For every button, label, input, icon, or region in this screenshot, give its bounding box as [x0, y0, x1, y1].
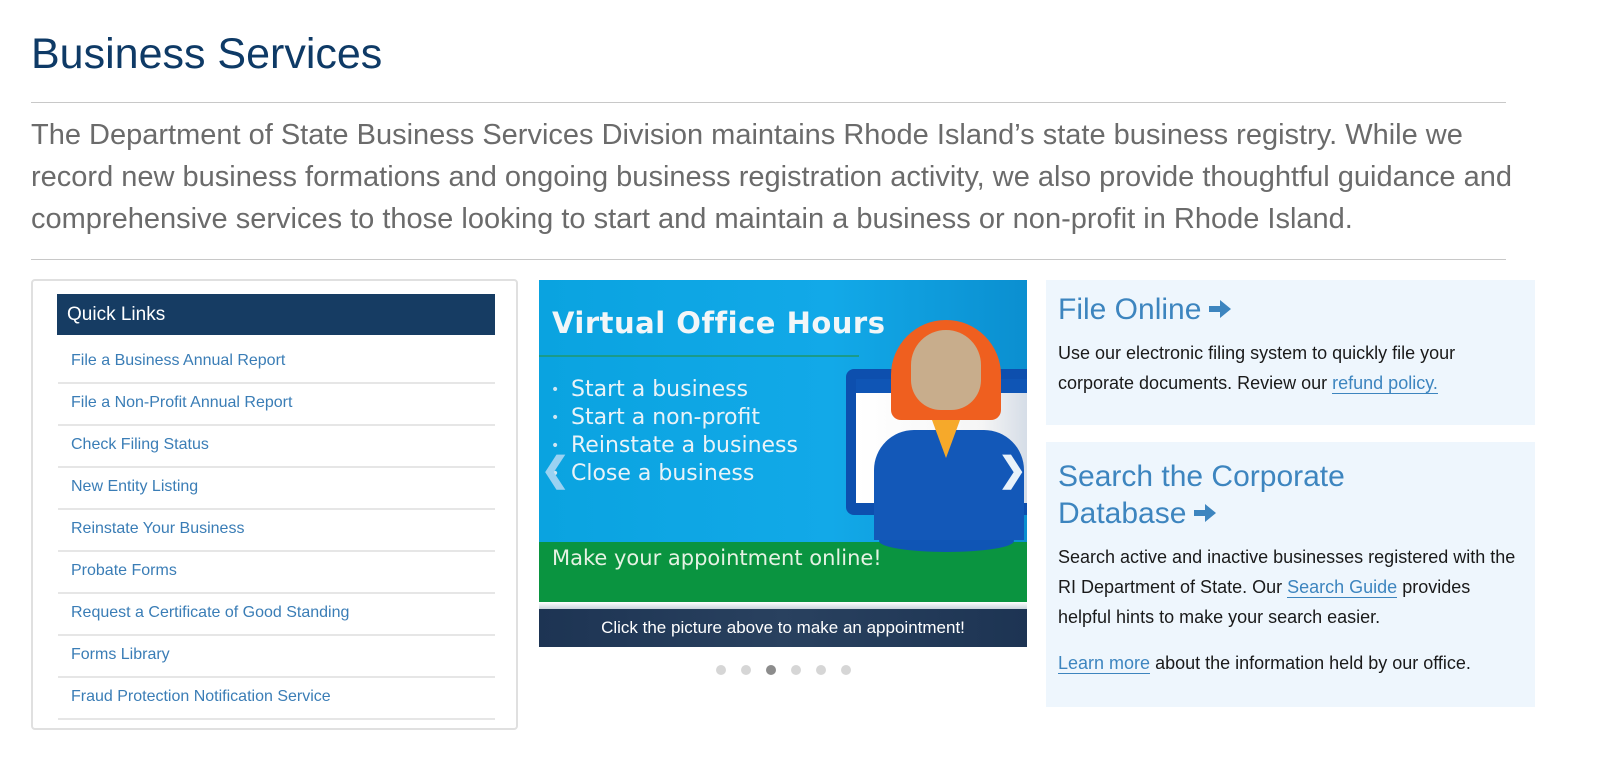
quick-links-panel: Quick Links File a Business Annual Repor…: [31, 279, 518, 730]
quick-link-reinstate-business[interactable]: Reinstate Your Business: [58, 510, 495, 552]
quick-link-fraud-protection[interactable]: Fraud Protection Notification Service: [58, 678, 495, 720]
slide-bullet: Start a business: [551, 376, 801, 404]
carousel-dot-4[interactable]: [790, 665, 801, 675]
slide-bullet: Reinstate a business: [551, 432, 801, 460]
divider-top: [31, 102, 1506, 103]
quick-link-certificate-good-standing[interactable]: Request a Certificate of Good Standing: [58, 594, 495, 636]
search-database-link[interactable]: Search the Corporate Database: [1058, 442, 1388, 534]
slide-bullet: Close a business: [551, 460, 801, 488]
person-face: [911, 330, 981, 410]
slide-cta-text: Make your appointment online!: [552, 546, 882, 570]
carousel-next-button[interactable]: ❯: [998, 450, 1027, 490]
quick-link-new-entity-listing[interactable]: New Entity Listing: [58, 468, 495, 510]
person-collar: [932, 420, 960, 458]
file-online-link[interactable]: File Online: [1058, 280, 1523, 330]
intro-paragraph: The Department of State Business Service…: [31, 119, 1512, 235]
carousel-prev-button[interactable]: ❮: [541, 450, 570, 490]
carousel-caption[interactable]: Click the picture above to make an appoi…: [539, 609, 1027, 647]
file-online-title: File Online: [1058, 293, 1202, 326]
slide-title: Virtual Office Hours: [552, 306, 886, 340]
carousel-dot-2[interactable]: [740, 665, 751, 675]
carousel-dot-3[interactable]: [765, 665, 776, 675]
carousel: Virtual Office Hours Start a business St…: [539, 280, 1027, 675]
quick-link-probate-forms[interactable]: Probate Forms: [58, 552, 495, 594]
search-database-card: Search the Corporate Database Search act…: [1046, 442, 1535, 707]
quick-link-check-filing-status[interactable]: Check Filing Status: [58, 426, 495, 468]
search-guide-link[interactable]: Search Guide: [1287, 576, 1398, 598]
chevron-right-icon: ❯: [998, 451, 1027, 489]
chevron-left-icon: ❮: [541, 451, 570, 489]
arrow-right-icon: [1192, 497, 1218, 534]
learn-more-text: about the information held by our office…: [1150, 652, 1471, 673]
arrow-right-icon: [1207, 293, 1233, 330]
carousel-dot-6[interactable]: [840, 665, 851, 675]
search-database-description: Search active and inactive businesses re…: [1058, 542, 1523, 632]
carousel-slide-virtual-office-hours[interactable]: Virtual Office Hours Start a business St…: [539, 280, 1027, 602]
learn-more-paragraph: Learn more about the information held by…: [1058, 648, 1523, 678]
page-title: Business Services: [31, 30, 383, 78]
carousel-indicators: [539, 665, 1027, 675]
file-online-description: Use our electronic filing system to quic…: [1058, 338, 1523, 398]
divider-bottom: [31, 259, 1506, 260]
slide-divider: [539, 355, 859, 357]
quick-link-business-annual-report[interactable]: File a Business Annual Report: [58, 342, 495, 384]
carousel-dot-1[interactable]: [715, 665, 726, 675]
caption-strip: [539, 602, 1027, 609]
refund-policy-link[interactable]: refund policy.: [1332, 372, 1438, 394]
carousel-dot-5[interactable]: [815, 665, 826, 675]
quick-links-header: Quick Links: [57, 294, 495, 335]
quick-link-nonprofit-annual-report[interactable]: File a Non-Profit Annual Report: [58, 384, 495, 426]
file-online-card: File Online Use our electronic filing sy…: [1046, 280, 1535, 425]
slide-bullet: Start a non-profit: [551, 404, 801, 432]
quick-links-list: File a Business Annual Report File a Non…: [58, 342, 495, 720]
slide-bullet-list: Start a business Start a non-profit Rein…: [551, 376, 801, 488]
quick-link-forms-library[interactable]: Forms Library: [58, 636, 495, 678]
learn-more-link[interactable]: Learn more: [1058, 652, 1151, 674]
